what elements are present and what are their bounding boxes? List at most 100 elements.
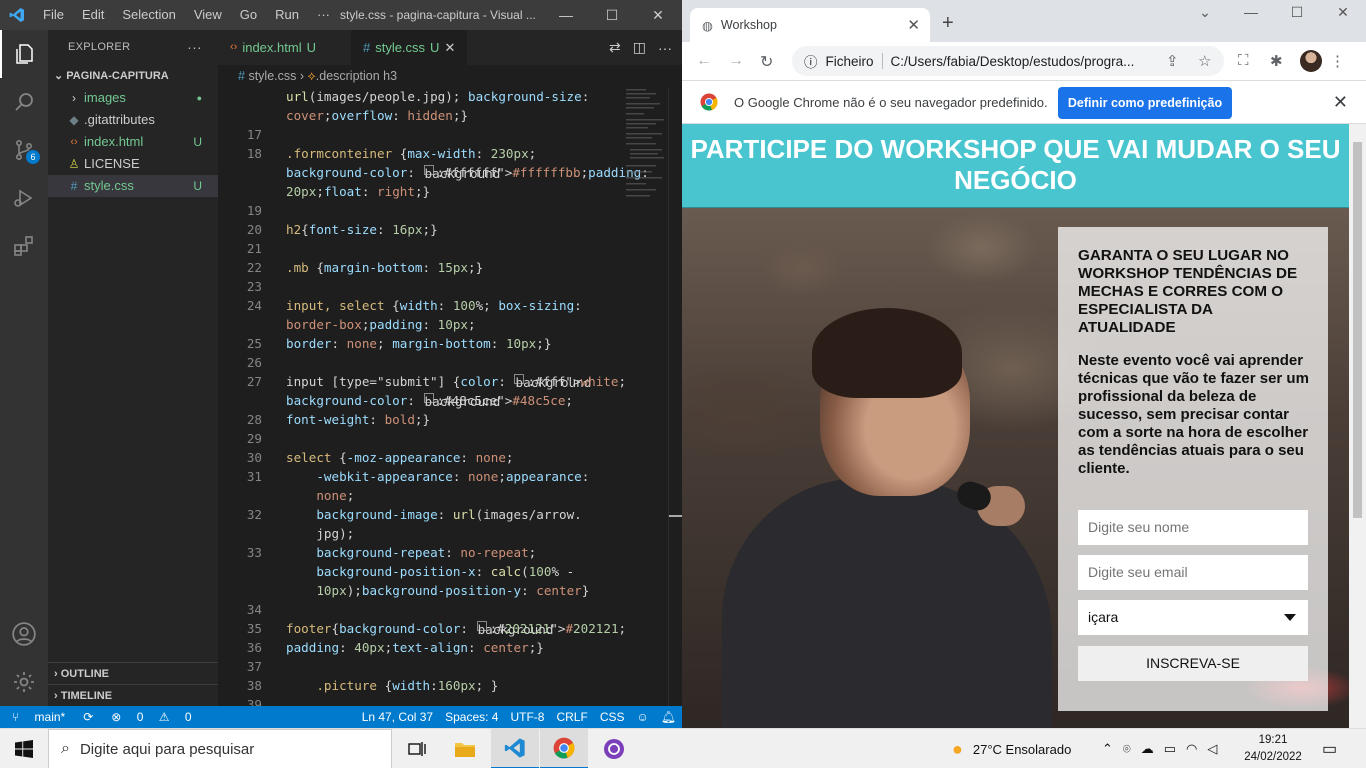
page-scrollbar[interactable]: [1349, 124, 1366, 728]
editor-scrollbar[interactable]: [668, 87, 683, 706]
clock[interactable]: 19:21 24/02/2022: [1238, 732, 1308, 766]
cursor-position[interactable]: Ln 47, Col 37: [356, 710, 439, 724]
workspace-folder[interactable]: ⌄ PAGINA-CAPITURA: [48, 65, 218, 87]
language-mode[interactable]: CSS: [594, 710, 631, 724]
code-line[interactable]: background-color: background:#ffffff">#f…: [286, 165, 649, 181]
account-icon[interactable]: [0, 610, 48, 658]
minimize-icon[interactable]: —: [543, 0, 589, 30]
code-line[interactable]: background-repeat: no-repeat;: [286, 545, 536, 560]
browser-tab[interactable]: ◍ Workshop ✕: [690, 8, 930, 42]
tree-item-license[interactable]: ♙ LICENSE: [48, 153, 218, 175]
menu-file[interactable]: File: [34, 0, 73, 30]
breadcrumb-file[interactable]: style.css: [248, 69, 296, 83]
battery-icon[interactable]: ▭: [1164, 741, 1176, 757]
maximize-icon[interactable]: ☐: [1274, 4, 1320, 28]
task-view-icon[interactable]: [393, 729, 441, 768]
windows-start-icon[interactable]: [0, 729, 48, 768]
feedback-icon[interactable]: ☺: [631, 710, 655, 724]
forward-arrow-icon[interactable]: →: [728, 52, 744, 70]
tab-close-icon[interactable]: ✕: [444, 30, 455, 65]
infobar-close-icon[interactable]: ✕: [1333, 92, 1348, 113]
code-line[interactable]: .formconteiner {max-width: 230px;: [286, 146, 536, 161]
code-line[interactable]: footer{background-color: background:#202…: [286, 621, 626, 637]
meet-now-icon[interactable]: ⌾: [1123, 741, 1131, 757]
scrollbar-thumb[interactable]: [1353, 142, 1362, 518]
code-line[interactable]: cover;overflow: hidden;}: [286, 108, 468, 123]
wifi-icon[interactable]: ◠: [1186, 741, 1197, 757]
code-line[interactable]: -webkit-appearance: none;appearance:: [286, 469, 589, 484]
code-line[interactable]: padding: 40px;text-align: center;}: [286, 640, 544, 655]
tab-style-css[interactable]: # style.css U ✕: [350, 30, 468, 65]
run-debug-icon[interactable]: [0, 174, 48, 222]
encoding[interactable]: UTF-8: [504, 710, 550, 724]
code-line[interactable]: h2{font-size: 16px;}: [286, 222, 438, 237]
code-editor[interactable]: url(images/people.jpg); background-size:…: [218, 87, 682, 706]
source-control-icon[interactable]: 6: [0, 126, 48, 174]
settings-gear-icon[interactable]: [0, 658, 48, 706]
outline-section[interactable]: › OUTLINE: [48, 662, 218, 684]
branch-indicator[interactable]: ⑂ main*: [0, 710, 77, 724]
close-icon[interactable]: ✕: [635, 0, 681, 30]
tree-item-gitattributes[interactable]: ◆ .gitattributes: [48, 109, 218, 131]
menu-run[interactable]: Run: [266, 0, 308, 30]
new-tab-icon[interactable]: +: [942, 12, 954, 35]
problems-indicator[interactable]: ⊗ 0 ⚠ 0: [99, 710, 203, 724]
code-line[interactable]: background-position-x: calc(100% -: [286, 564, 574, 579]
more-actions-icon[interactable]: ···: [187, 30, 202, 65]
menu-more[interactable]: ···: [308, 0, 339, 30]
tab-close-icon[interactable]: ✕: [907, 16, 920, 34]
share-icon[interactable]: ⇪: [1166, 52, 1179, 70]
chevron-up-icon[interactable]: ⌃: [1102, 741, 1113, 757]
code-line[interactable]: font-weight: bold;}: [286, 412, 430, 427]
code-line[interactable]: input, select {width: 100%; box-sizing:: [286, 298, 582, 313]
indentation[interactable]: Spaces: 4: [439, 710, 504, 724]
email-input[interactable]: Digite seu email: [1078, 555, 1308, 590]
onedrive-cloud-icon[interactable]: ☁: [1141, 741, 1154, 757]
back-arrow-icon[interactable]: ←: [696, 52, 712, 70]
address-bar[interactable]: ⓘ Ficheiro C:/Users/fabia/Desktop/estudo…: [792, 46, 1224, 76]
explorer-icon[interactable]: [0, 30, 48, 78]
menu-kebab-icon[interactable]: ⋮: [1330, 52, 1345, 70]
code-line[interactable]: 10px);background-position-y: center}: [286, 583, 589, 598]
profile-avatar[interactable]: [1300, 50, 1322, 72]
maximize-icon[interactable]: ☐: [589, 0, 635, 30]
code-line[interactable]: none;: [286, 488, 354, 503]
tree-item-index-html[interactable]: ‹› index.html U: [48, 131, 218, 153]
code-line[interactable]: 20px;float: right;}: [286, 184, 430, 199]
extensions-icon[interactable]: [0, 222, 48, 270]
search-icon[interactable]: [0, 78, 48, 126]
menu-edit[interactable]: Edit: [73, 0, 113, 30]
file-explorer-icon[interactable]: [441, 729, 489, 768]
tree-item-style-css[interactable]: # style.css U: [48, 175, 218, 197]
github-desktop-icon[interactable]: [590, 729, 638, 768]
set-default-button[interactable]: Definir como predefinição: [1058, 87, 1232, 119]
notifications-icon[interactable]: ▭: [1322, 729, 1337, 768]
extensions-puzzle-icon[interactable]: ✱: [1270, 52, 1283, 70]
city-select[interactable]: içara: [1078, 600, 1308, 635]
split-editor-icon[interactable]: ◫: [633, 39, 646, 56]
minimize-icon[interactable]: —: [1228, 4, 1274, 28]
taskbar-search-box[interactable]: ⌕ Digite aqui para pesquisar: [48, 729, 392, 768]
minimap[interactable]: [624, 87, 668, 207]
chrome-taskbar-icon[interactable]: [540, 729, 588, 768]
compare-changes-icon[interactable]: ⇄: [609, 39, 621, 56]
code-line[interactable]: border-box;padding: 10px;: [286, 317, 476, 332]
eol[interactable]: CRLF: [550, 710, 593, 724]
reload-icon[interactable]: ↻: [760, 52, 773, 72]
tab-index-html[interactable]: ‹› index.html U: [218, 30, 351, 65]
code-line[interactable]: border: none; margin-bottom: 10px;}: [286, 336, 551, 351]
breadcrumb-symbol[interactable]: .description h3: [316, 69, 397, 83]
tab-search-icon[interactable]: ⌄: [1182, 4, 1228, 28]
menu-go[interactable]: Go: [231, 0, 266, 30]
weather-widget[interactable]: ● 27°C Ensolarado: [952, 729, 1071, 768]
tree-item-images[interactable]: › images ●: [48, 87, 218, 109]
code-line[interactable]: select {-moz-appearance: none;: [286, 450, 514, 465]
more-actions-icon[interactable]: ···: [658, 40, 672, 56]
screen-capture-icon[interactable]: ⛶: [1238, 52, 1249, 69]
code-line[interactable]: .mb {margin-bottom: 15px;}: [286, 260, 483, 275]
code-line[interactable]: url(images/people.jpg); background-size:: [286, 89, 589, 104]
bookmark-star-icon[interactable]: ☆: [1198, 52, 1211, 70]
sync-icon[interactable]: ⟳: [77, 710, 99, 724]
timeline-section[interactable]: › TIMELINE: [48, 684, 218, 706]
code-line[interactable]: jpg);: [286, 526, 354, 541]
